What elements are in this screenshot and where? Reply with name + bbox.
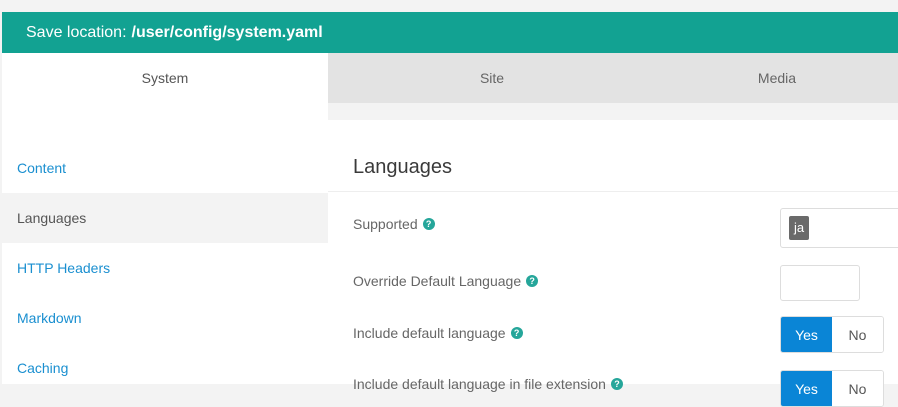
tab-bar: System Site Media: [2, 53, 898, 103]
yes-option[interactable]: Yes: [781, 371, 832, 406]
no-option[interactable]: No: [832, 371, 883, 406]
language-tag[interactable]: ja: [789, 216, 810, 240]
override-default-language-label-text: Override Default Language: [353, 273, 522, 289]
include-default-language-extension-toggle: Yes No: [780, 370, 884, 407]
tab-system[interactable]: System: [2, 53, 328, 103]
save-location-label: Save location:: [26, 23, 127, 41]
tab-media[interactable]: Media: [656, 53, 898, 103]
help-icon[interactable]: ?: [510, 327, 523, 339]
yes-option[interactable]: Yes: [781, 317, 832, 352]
help-icon[interactable]: ?: [610, 378, 623, 390]
override-default-language-label: Override Default Language ?: [353, 273, 539, 289]
include-default-language-label: Include default language ?: [353, 325, 523, 341]
supported-label-text: Supported: [353, 216, 418, 232]
section-title: Languages: [353, 156, 452, 178]
sidebar-item-caching[interactable]: Caching: [2, 343, 328, 393]
sidebar-item-languages[interactable]: Languages: [2, 193, 328, 243]
tab-site[interactable]: Site: [328, 53, 656, 103]
no-option[interactable]: No: [832, 317, 883, 352]
sidebar-item-http-headers[interactable]: HTTP Headers: [2, 243, 328, 293]
languages-panel: Languages Supported ? ja Override Defaul…: [328, 120, 898, 407]
sidebar-item-markdown[interactable]: Markdown: [2, 293, 328, 343]
section-divider: [328, 191, 898, 192]
supported-label: Supported ?: [353, 216, 435, 232]
supported-languages-select[interactable]: ja: [780, 208, 898, 248]
override-default-language-input[interactable]: [780, 265, 860, 301]
save-location-path: /user/config/system.yaml: [131, 23, 323, 41]
help-icon[interactable]: ?: [422, 218, 435, 230]
include-default-language-toggle: Yes No: [780, 316, 884, 353]
sidebar-item-content[interactable]: Content: [2, 143, 328, 193]
save-location-bar: Save location: /user/config/system.yaml: [2, 12, 898, 53]
include-default-language-label-text: Include default language: [353, 325, 506, 341]
sidebar: Content Languages HTTP Headers Markdown …: [2, 103, 328, 384]
include-default-language-extension-label: Include default language in file extensi…: [353, 376, 623, 392]
help-icon[interactable]: ?: [526, 275, 539, 287]
include-default-language-extension-label-text: Include default language in file extensi…: [353, 376, 606, 392]
